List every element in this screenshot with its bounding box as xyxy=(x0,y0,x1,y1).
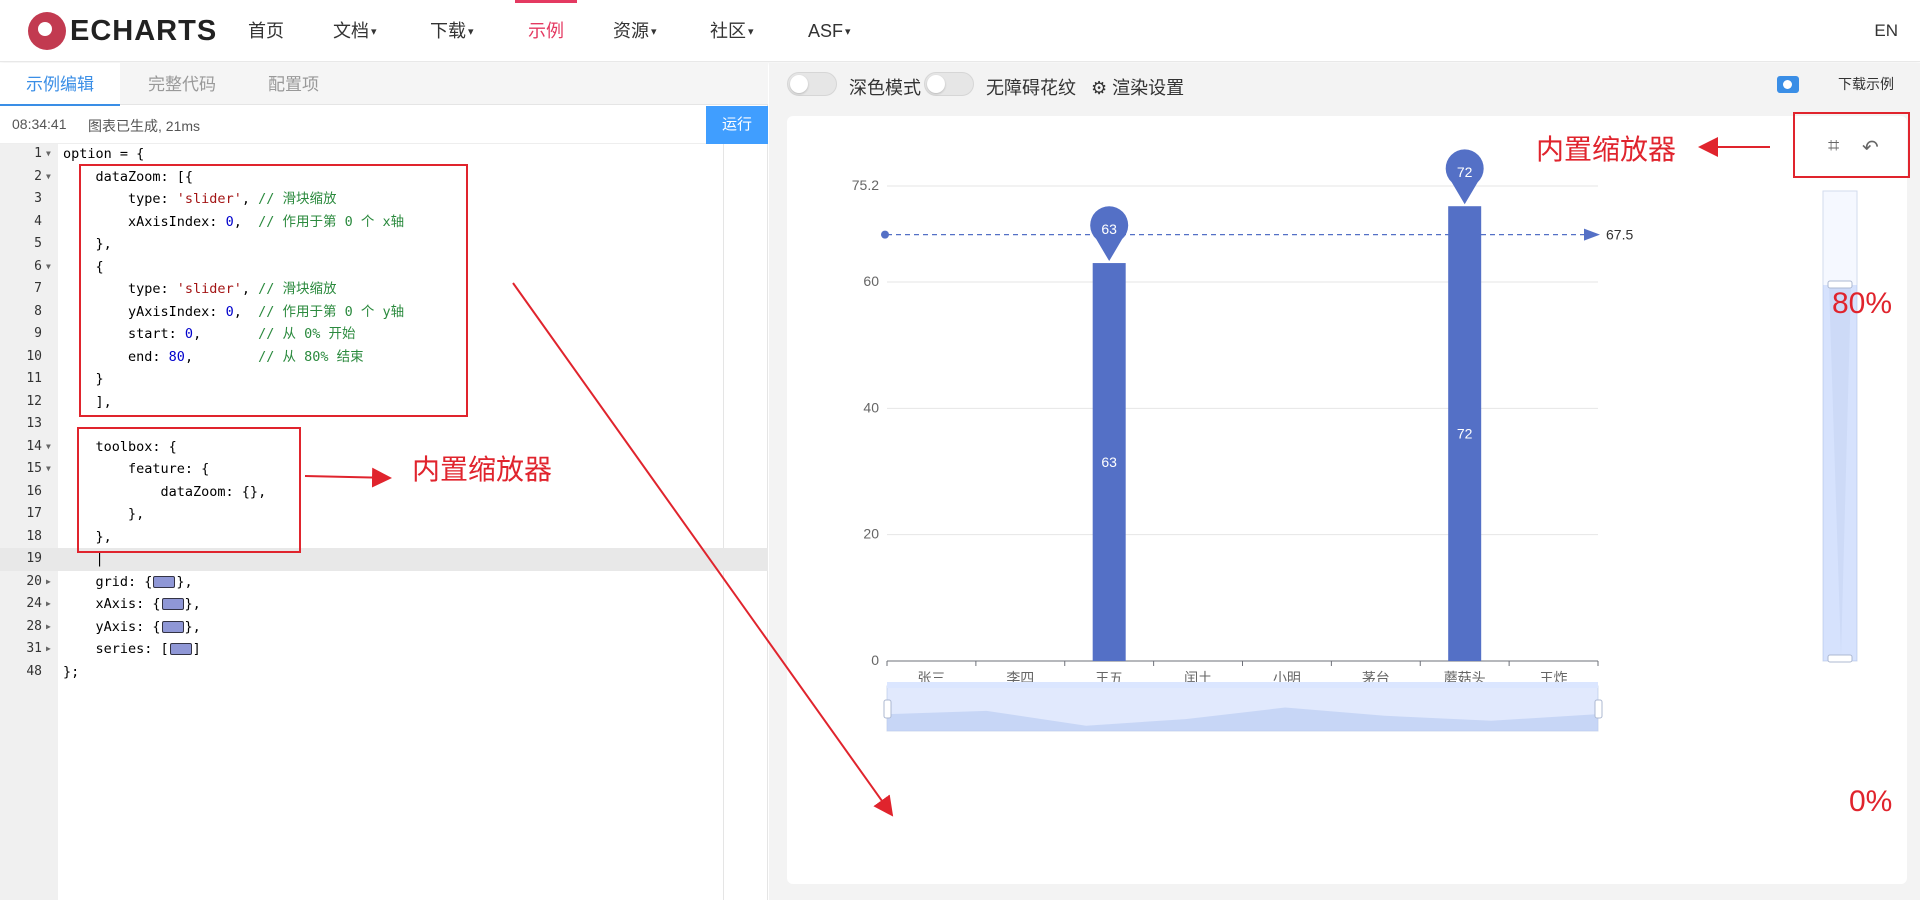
logo-icon xyxy=(28,12,66,50)
mark-line-label: 67.5 xyxy=(1606,227,1633,243)
nav-community[interactable]: 社区 ▾ xyxy=(710,0,754,62)
fold-arrow-icon: ▼ xyxy=(46,441,51,451)
nav-download[interactable]: 下载 ▾ xyxy=(430,0,474,62)
y-tick-label: 75.2 xyxy=(852,177,879,193)
y-tick-label: 60 xyxy=(863,273,879,289)
collapsed-code-icon xyxy=(161,620,184,633)
nav-asf[interactable]: ASF ▾ xyxy=(808,0,851,62)
nav-resources[interactable]: 资源 ▾ xyxy=(613,0,657,62)
nav-docs[interactable]: 文档 ▾ xyxy=(333,0,377,62)
collapsed-code-icon xyxy=(161,598,184,610)
x-datazoom-move-bar xyxy=(887,682,1598,688)
tab-options[interactable]: 配置项 xyxy=(242,63,345,105)
language-switch[interactable]: EN xyxy=(1874,0,1898,62)
dark-mode-label: 深色模式 xyxy=(849,78,921,98)
chart-card: 0 20 40 60 75.2 张三 李四 王五 闰土 小明 茅台 蘑菇头 王炸 63 63 72 72 67.5 xyxy=(787,116,1907,884)
x-datazoom-selection xyxy=(887,686,1598,731)
y-datazoom-handle-bottom xyxy=(1827,654,1853,663)
camera-icon[interactable] xyxy=(1777,76,1799,93)
x-datazoom-handle-right xyxy=(1594,699,1603,719)
zoom-reset-icon[interactable]: ↶ xyxy=(1862,135,1879,160)
fold-right-icon: ▶ xyxy=(46,621,51,631)
mark-line-arrow xyxy=(1584,228,1600,241)
zoom-icon[interactable]: ⌗ xyxy=(1828,135,1839,158)
aria-toggle[interactable] xyxy=(924,72,974,96)
echarts-logo[interactable]: ECHARTS xyxy=(28,11,217,51)
preview-toolbar: 深色模式 无障碍花纹 ⚙ 渲染设置 下载示例 xyxy=(769,63,1920,105)
gear-icon: ⚙ xyxy=(1091,78,1108,98)
top-navigation: ECHARTS 首页 文档 ▾ 下载 ▾ 示例 资源 ▾ 社区 ▾ ASF ▾ EN xyxy=(0,0,1920,62)
tab-example-edit[interactable]: 示例编辑 xyxy=(0,63,120,106)
code-line: 20 ▶ grid: {}, xyxy=(0,571,768,594)
run-button[interactable]: 运行 xyxy=(706,106,768,144)
collapsed-code-icon xyxy=(169,643,192,655)
collapsed-code-icon xyxy=(153,575,176,588)
y-zoom-start-label: 0% xyxy=(1849,785,1893,818)
code-annotation-label: 内置缩放器 xyxy=(412,454,553,485)
x-datazoom-handle-left xyxy=(883,699,892,719)
aria-label: 无障碍花纹 xyxy=(986,78,1076,98)
code-line: 48}; xyxy=(26,663,80,680)
fold-right-icon: ▶ xyxy=(46,599,51,608)
preview-panel: 深色模式 无障碍花纹 ⚙ 渲染设置 下载示例 0 20 40 60 75.2 张三 李四 王五… xyxy=(769,63,1920,900)
fold-right-icon: ▶ xyxy=(46,576,51,586)
status-message: 图表已生成, 21ms xyxy=(88,118,201,134)
nav-examples[interactable]: 示例 xyxy=(515,0,577,62)
editor-tabs: 示例编辑 完整代码 配置项 xyxy=(0,63,768,106)
chevron-down-icon: ▾ xyxy=(845,26,851,39)
bar-value-label: 72 xyxy=(1457,426,1473,442)
mark-point-label: 72 xyxy=(1457,164,1473,180)
code-line: 31 ▶ series: [] xyxy=(0,638,768,661)
fold-right-icon: ▶ xyxy=(46,644,51,653)
y-tick-label: 20 xyxy=(863,526,879,542)
fold-arrow-icon: ▼ xyxy=(46,464,51,473)
chevron-down-icon: ▾ xyxy=(651,26,657,39)
datazoom-highlight-box xyxy=(79,164,468,417)
status-bar: 08:34:41 图表已生成, 21ms 运行 xyxy=(0,106,768,144)
nav-home[interactable]: 首页 xyxy=(248,0,284,62)
chevron-down-icon: ▾ xyxy=(371,26,377,39)
chart-annotation-label: 内置缩放器 xyxy=(1536,134,1677,165)
y-tick-label: 40 xyxy=(863,399,879,415)
code-line: 28 ▶ yAxis: {}, xyxy=(0,616,768,639)
chevron-down-icon: ▾ xyxy=(748,26,754,39)
toolbox-highlight-box xyxy=(77,427,301,553)
editor-panel: 示例编辑 完整代码 配置项 08:34:41 图表已生成, 21ms 运行 1 ▼… xyxy=(0,63,768,900)
tab-full-code[interactable]: 完整代码 xyxy=(122,63,242,105)
dark-mode-toggle[interactable] xyxy=(787,72,837,96)
chevron-down-icon: ▾ xyxy=(468,26,474,39)
bar-chart[interactable]: 020406075.2张三 李四 王五 闰土 小明 茅台 蘑菇头 王炸6363727267.5 xyxy=(787,116,1907,884)
fold-arrow-icon: ▼ xyxy=(46,149,51,158)
code-line: 24 ▶ xAxis: {}, xyxy=(0,593,768,616)
y-tick-label: 0 xyxy=(871,652,879,668)
status-time: 08:34:41 xyxy=(12,116,67,132)
fold-arrow-icon: ▼ xyxy=(46,171,51,181)
code-line: 1 ▼ option = { xyxy=(0,143,768,166)
render-settings-button[interactable]: ⚙ 渲染设置 xyxy=(1091,74,1184,100)
download-example-button[interactable]: 下载示例 xyxy=(1823,69,1909,99)
y-zoom-end-label: 80% xyxy=(1832,287,1893,320)
bar-value-label: 63 xyxy=(1101,454,1117,470)
fold-arrow-icon: ▼ xyxy=(46,261,51,271)
